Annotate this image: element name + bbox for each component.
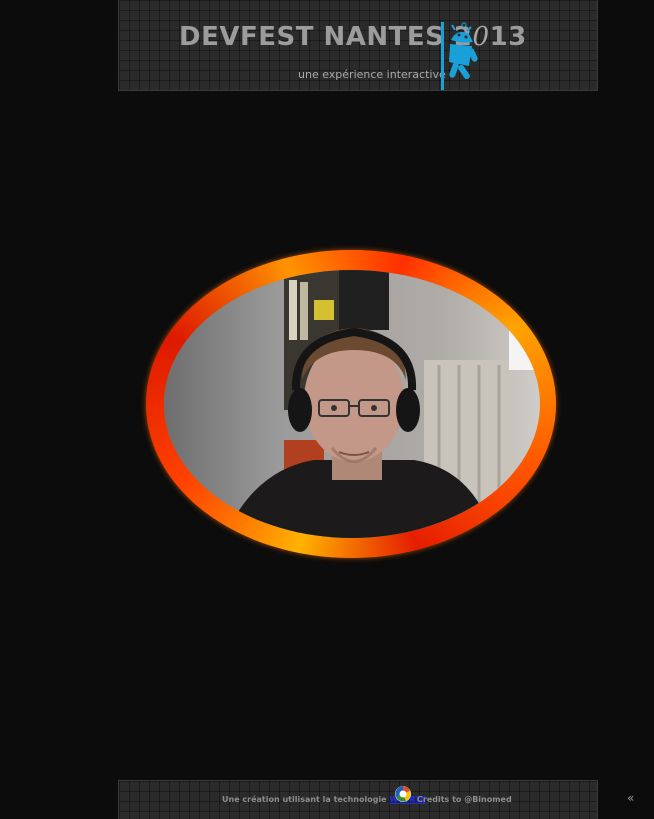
webcam-video[interactable]	[164, 270, 540, 538]
event-subtitle: une expérience interactive	[298, 68, 446, 81]
header-banner: DEVFEST NANTES 2013 une expérience inter…	[118, 0, 598, 91]
footer-creation-label: Une création utilisant la technologie	[222, 795, 387, 804]
credits-text: Credits to @Binomed	[417, 795, 512, 804]
footer-bar: Une création utilisant la technologie We…	[118, 780, 598, 819]
webcam-frame	[146, 250, 556, 558]
android-mascot-icon	[441, 22, 478, 90]
event-title-end: 13	[489, 22, 527, 52]
event-title-main: DEVFEST NANTES 2	[179, 22, 473, 52]
html5-logo-icon	[395, 786, 411, 802]
webcam-image	[164, 270, 540, 538]
chevron-left-icon[interactable]: «	[627, 791, 637, 805]
